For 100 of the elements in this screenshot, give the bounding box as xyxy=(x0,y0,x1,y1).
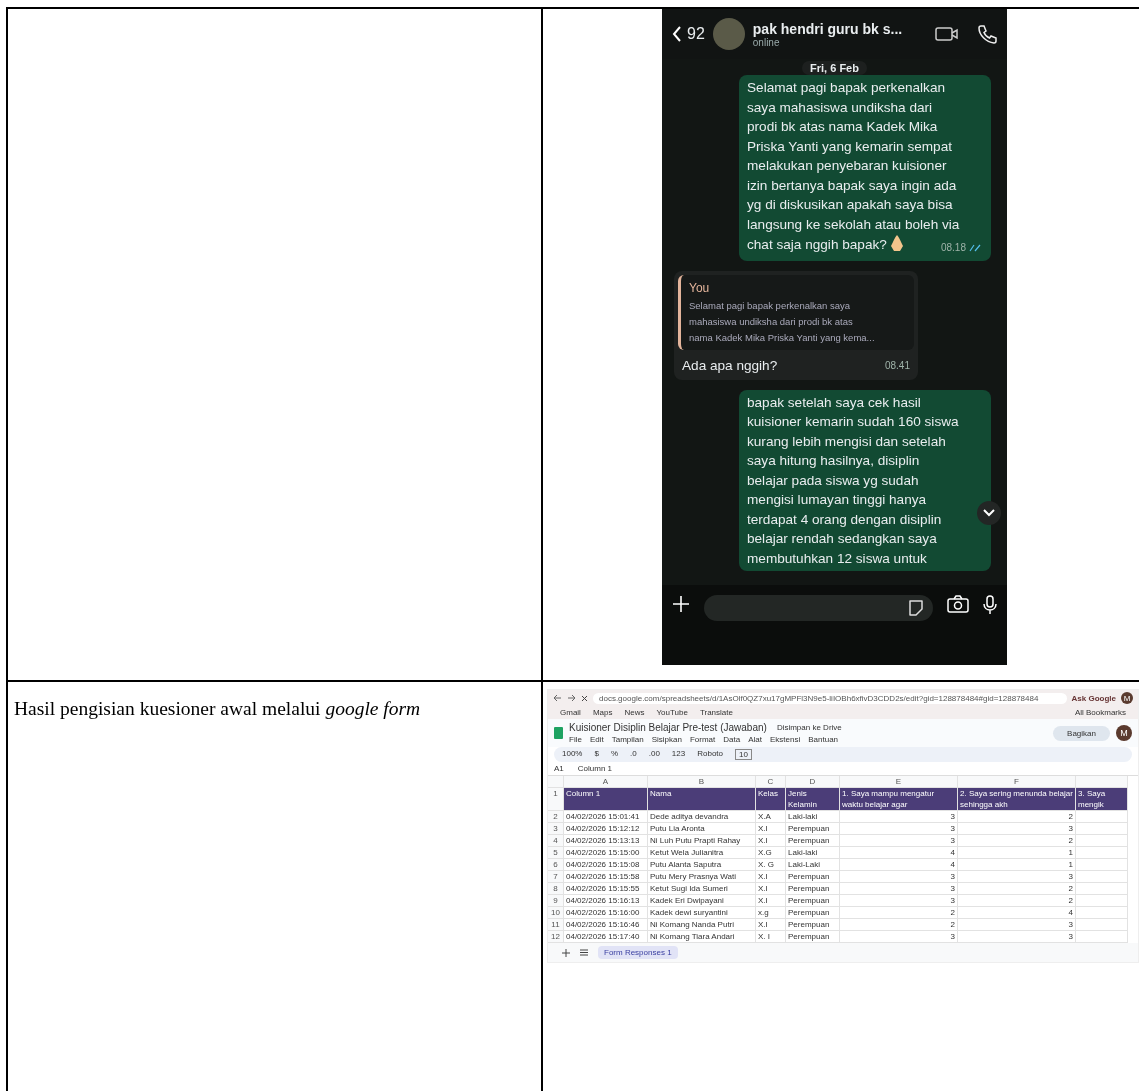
bookmark-link[interactable]: Translate xyxy=(699,708,733,717)
menu-item[interactable]: Bantuan xyxy=(808,735,839,744)
table-cell: X.G xyxy=(756,847,786,859)
table-cell: X.I xyxy=(756,919,786,931)
plus-icon[interactable] xyxy=(672,595,690,613)
column-letter[interactable]: C xyxy=(756,776,786,788)
empty-cell xyxy=(1076,883,1128,895)
table-cell: X.I xyxy=(756,823,786,835)
all-bookmarks-link[interactable]: All Bookmarks xyxy=(1074,708,1126,717)
zoom-dropdown[interactable]: 100% xyxy=(562,749,583,760)
format-button[interactable]: 123 xyxy=(671,749,686,760)
row-number[interactable]: 12 xyxy=(548,931,564,943)
scroll-down-button[interactable] xyxy=(977,501,1001,525)
table-cell: 2 xyxy=(840,919,958,931)
menu-item[interactable]: File xyxy=(569,735,582,744)
table-cell: 04/02/2026 15:16:13 xyxy=(564,895,648,907)
table-cell: 3 xyxy=(958,871,1076,883)
table-cell: Ni Luh Putu Prapti Rahay xyxy=(648,835,756,847)
add-sheet-icon[interactable] xyxy=(562,948,570,957)
row-number[interactable]: 8 xyxy=(548,883,564,895)
row-number[interactable]: 2 xyxy=(548,811,564,823)
table-cell: 04/02/2026 15:13:13 xyxy=(564,835,648,847)
ask-google-button[interactable]: Ask Google xyxy=(1071,693,1116,703)
forward-arrow-icon[interactable] xyxy=(567,694,576,702)
column-letter[interactable]: A xyxy=(564,776,648,788)
table-cell: 2 xyxy=(958,883,1076,895)
row-number[interactable]: 1 xyxy=(548,788,564,811)
table-cell: 04/02/2026 15:15:08 xyxy=(564,859,648,871)
back-arrow-icon[interactable] xyxy=(553,694,562,702)
table-cell: 3 xyxy=(958,823,1076,835)
sticker-icon[interactable] xyxy=(907,599,925,617)
column-letter[interactable]: D xyxy=(786,776,840,788)
table-cell: 2 xyxy=(958,895,1076,907)
table-cell: 04/02/2026 15:12:12 xyxy=(564,823,648,835)
bookmark-link[interactable]: Maps xyxy=(592,708,613,717)
row-number[interactable]: 7 xyxy=(548,871,564,883)
empty-cell xyxy=(1076,847,1128,859)
table-cell: Perempuan xyxy=(786,895,840,907)
cell-reference[interactable]: A1 xyxy=(554,764,564,773)
incoming-message: You Selamat pagi bapak perkenalkan saya mahasiswa undiksha dari prodi bk atas nama Kadek Mika Priska Yanti yang kema... Ada apa nggih? 08.41 xyxy=(674,270,918,380)
table-cell: 4 xyxy=(840,847,958,859)
table-cell: 3 xyxy=(840,895,958,907)
row-number[interactable]: 6 xyxy=(548,859,564,871)
phone-call-icon[interactable] xyxy=(977,24,997,44)
microphone-icon[interactable] xyxy=(983,595,997,615)
video-call-icon[interactable] xyxy=(935,26,959,42)
format-button[interactable]: $ xyxy=(594,749,599,760)
font-dropdown[interactable]: Roboto xyxy=(697,749,723,760)
row-number[interactable]: 10 xyxy=(548,907,564,919)
menu-item[interactable]: Edit xyxy=(589,735,604,744)
empty-cell xyxy=(1076,895,1128,907)
message-input-field[interactable] xyxy=(704,595,933,621)
sheet-tab[interactable]: Form Responses 1 xyxy=(598,946,678,959)
contact-name: pak hendri guru bk s... xyxy=(752,20,904,37)
menu-item[interactable]: Tampilan xyxy=(611,735,644,744)
table-cell: 1 xyxy=(958,859,1076,871)
format-button[interactable]: .00 xyxy=(648,749,660,760)
table-cell: 4 xyxy=(840,859,958,871)
table-cell: Perempuan xyxy=(786,823,840,835)
menu-icon[interactable] xyxy=(580,949,588,956)
select-all-cell[interactable] xyxy=(548,776,564,788)
menu-item[interactable]: Ekstensi xyxy=(770,735,801,744)
table-cell: 2 xyxy=(958,811,1076,823)
bookmark-link[interactable]: News xyxy=(624,708,645,717)
menu-item[interactable]: Alat xyxy=(748,735,762,744)
row-number[interactable]: 3 xyxy=(548,823,564,835)
column-letter-cell[interactable] xyxy=(1076,776,1128,788)
bookmark-link[interactable]: YouTube xyxy=(656,708,688,717)
column-letter[interactable]: F xyxy=(958,776,1076,788)
column-letter[interactable]: B xyxy=(648,776,756,788)
row-number[interactable]: 11 xyxy=(548,919,564,931)
format-button[interactable]: .0 xyxy=(630,749,637,760)
row-number[interactable]: 5 xyxy=(548,847,564,859)
row-number[interactable]: 9 xyxy=(548,895,564,907)
table-cell: X.I xyxy=(756,835,786,847)
message-time: 08.18 xyxy=(940,241,966,255)
close-icon[interactable] xyxy=(581,694,588,702)
menu-item[interactable]: Data xyxy=(723,735,741,744)
format-button[interactable]: % xyxy=(610,749,619,760)
camera-icon[interactable] xyxy=(947,595,969,613)
profile-avatar[interactable]: M xyxy=(1116,725,1132,741)
table-cell: 2 xyxy=(958,835,1076,847)
back-icon xyxy=(672,26,682,42)
menu-item[interactable]: Format xyxy=(689,735,716,744)
share-button[interactable]: Bagikan xyxy=(1053,725,1110,741)
formula-field[interactable]: Column 1 xyxy=(577,764,613,773)
table-cell: Perempuan xyxy=(786,835,840,847)
table-cell: 04/02/2026 15:15:00 xyxy=(564,847,648,859)
table-cell: 2 xyxy=(840,907,958,919)
address-field[interactable]: docs.google.com/spreadsheets/d/1AsOlf0QZ7xu17gMPFl3N9e5-liIOBh6xfivD3CDD2s/edit?gid=128878484#gid=128878484 xyxy=(593,692,1067,704)
table-cell: X.I xyxy=(756,871,786,883)
bookmark-link[interactable]: Gmail xyxy=(560,708,581,717)
outgoing-message: bapak setelah saya cek hasil kuisioner kemarin sudah 160 siswa kurang lebih mengisi dan setelah saya hitung hasilnya, disiplin belajar pada siswa yg sudah mengisi lumayan tinggi hanya terdapat 4 orang dengan disiplin belajar rendah sedangkan saya membutuhkan 12 siswa untuk xyxy=(739,389,991,571)
row-number[interactable]: 4 xyxy=(548,835,564,847)
profile-avatar[interactable]: M xyxy=(1121,692,1133,704)
menu-item[interactable]: Sisipkan xyxy=(651,735,682,744)
table-cell: X.A xyxy=(756,811,786,823)
column-letter[interactable]: E xyxy=(840,776,958,788)
font-size-field[interactable]: 10 xyxy=(735,749,752,760)
back-button[interactable]: 92 xyxy=(672,25,705,43)
